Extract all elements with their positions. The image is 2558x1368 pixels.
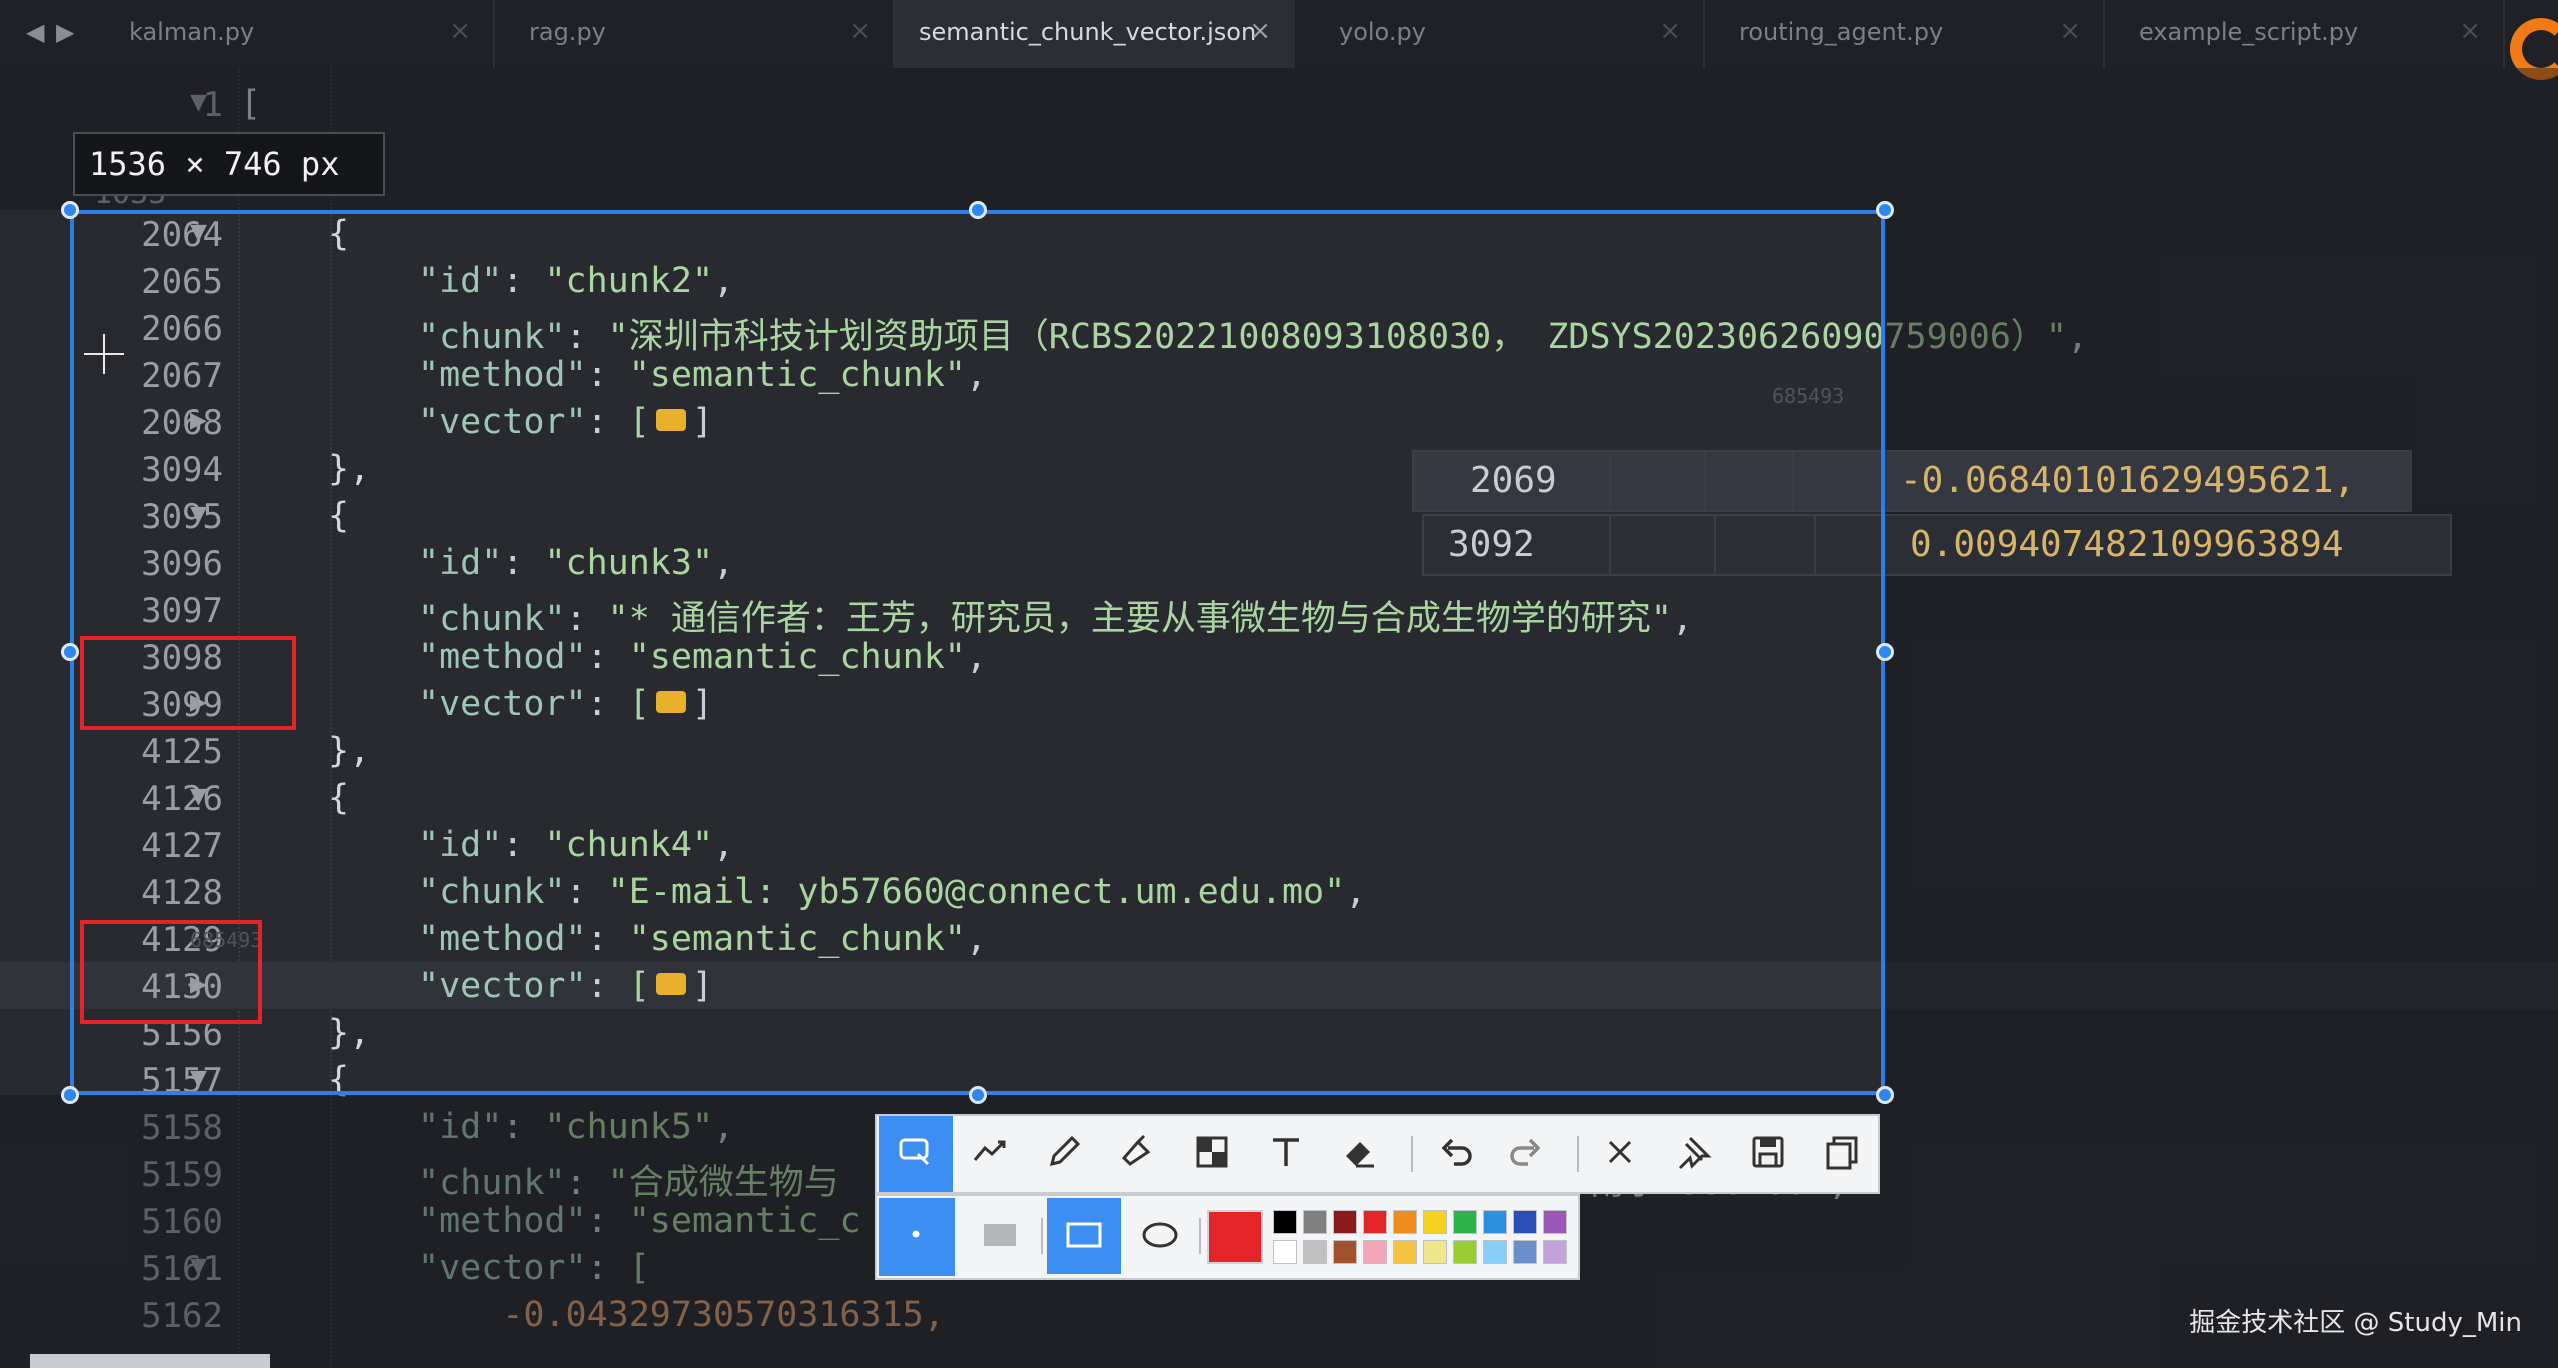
resize-handle-left[interactable] — [61, 643, 79, 661]
pencil-tool-icon[interactable] — [1027, 1116, 1101, 1192]
current-color-swatch[interactable] — [1207, 1210, 1263, 1264]
tab-label: kalman.py — [129, 18, 255, 46]
text-tool-icon[interactable] — [1249, 1116, 1323, 1192]
resize-handle-right[interactable] — [1876, 643, 1894, 661]
resize-handle-bottom-right[interactable] — [1876, 1086, 1894, 1104]
color-swatch[interactable] — [1363, 1240, 1387, 1264]
color-swatch[interactable] — [1543, 1210, 1567, 1234]
tab-bar: ◀ ▶ kalman.py × rag.py × semantic_chunk_… — [0, 0, 2558, 80]
tab-example-script[interactable]: example_script.py × — [2105, 0, 2505, 68]
resize-handle-top-left[interactable] — [61, 201, 79, 219]
tool-row — [875, 1114, 1880, 1194]
color-swatch[interactable] — [1543, 1240, 1567, 1264]
copy-icon[interactable] — [1805, 1116, 1879, 1192]
tab-semantic-chunk-vector[interactable]: semantic_chunk_vector.json × — [895, 0, 1295, 68]
tab-routing-agent[interactable]: routing_agent.py × — [1705, 0, 2105, 68]
eraser-tool-icon[interactable] — [1323, 1116, 1397, 1192]
color-swatch[interactable] — [1423, 1240, 1447, 1264]
tab-forward-arrow-icon[interactable]: ▶ — [56, 18, 74, 46]
tab-kalman[interactable]: kalman.py × — [95, 0, 495, 68]
tab-close-icon[interactable]: × — [1249, 16, 1271, 46]
tab-label: yolo.py — [1339, 18, 1426, 46]
resize-handle-bottom[interactable] — [969, 1086, 987, 1104]
tab-label: semantic_chunk_vector.json — [919, 18, 1257, 46]
tab-yolo[interactable]: yolo.py × — [1305, 0, 1705, 68]
watermark-text: 掘金技术社区 @ Study_Min — [2189, 1308, 2522, 1338]
color-swatch[interactable] — [1513, 1210, 1537, 1234]
tab-label: routing_agent.py — [1739, 18, 1944, 46]
snippet-value: -0.06840101629495621, — [1900, 460, 2356, 501]
color-swatch[interactable] — [1273, 1240, 1297, 1264]
color-swatch[interactable] — [1513, 1240, 1537, 1264]
color-swatch[interactable] — [1363, 1210, 1387, 1234]
capture-selection-box[interactable] — [70, 210, 1885, 1095]
red-annotation-box[interactable] — [80, 920, 262, 1024]
ellipse-shape-icon[interactable] — [1123, 1198, 1197, 1274]
rect-shape-icon[interactable] — [1047, 1198, 1121, 1274]
mosaic-tool-icon[interactable] — [1175, 1116, 1249, 1192]
color-swatch[interactable] — [1483, 1240, 1507, 1264]
tab-close-icon[interactable]: × — [2059, 16, 2081, 46]
resize-handle-bottom-left[interactable] — [61, 1086, 79, 1104]
tab-label: rag.py — [529, 18, 606, 46]
marker-tool-icon[interactable] — [1101, 1116, 1175, 1192]
style-row — [875, 1194, 1580, 1280]
close-icon[interactable] — [1583, 1116, 1657, 1192]
color-swatch[interactable] — [1423, 1210, 1447, 1234]
tab-rag[interactable]: rag.py × — [495, 0, 895, 68]
color-swatch[interactable] — [1453, 1240, 1477, 1264]
dot-size-icon[interactable] — [879, 1198, 955, 1276]
selection-size-label: 1536 × 746 px — [73, 132, 385, 196]
tab-close-icon[interactable]: × — [1659, 16, 1681, 46]
polyline-tool-icon[interactable] — [953, 1116, 1027, 1192]
undo-icon[interactable] — [1419, 1116, 1493, 1192]
tab-close-icon[interactable]: × — [849, 16, 871, 46]
taskbar-strip — [30, 1354, 270, 1368]
color-swatch[interactable] — [1453, 1210, 1477, 1234]
color-swatch[interactable] — [1483, 1210, 1507, 1234]
resize-handle-top-right[interactable] — [1876, 201, 1894, 219]
tab-back-arrow-icon[interactable]: ◀ — [26, 18, 44, 46]
redo-icon[interactable] — [1489, 1116, 1563, 1192]
color-swatch[interactable] — [1393, 1240, 1417, 1264]
save-icon[interactable] — [1731, 1116, 1805, 1192]
tab-label: example_script.py — [2139, 18, 2359, 46]
color-swatch[interactable] — [1273, 1210, 1297, 1234]
color-swatch[interactable] — [1333, 1210, 1357, 1234]
red-annotation-box[interactable] — [80, 636, 296, 730]
color-swatch[interactable] — [1393, 1210, 1417, 1234]
capture-dim-overlay — [1885, 210, 2558, 1095]
filled-rect-shape-icon[interactable] — [963, 1198, 1037, 1274]
annotation-toolbar — [875, 1114, 1880, 1280]
color-swatch[interactable] — [1303, 1240, 1327, 1264]
snippet-value: 0.009407482109963894 — [1910, 524, 2344, 565]
crosshair-cursor-icon — [84, 334, 124, 374]
color-swatch[interactable] — [1303, 1210, 1327, 1234]
resize-handle-top[interactable] — [969, 201, 987, 219]
rectangle-select-tool-icon[interactable] — [879, 1116, 953, 1192]
pin-icon[interactable] — [1657, 1116, 1731, 1192]
color-swatch[interactable] — [1333, 1240, 1357, 1264]
tab-close-icon[interactable]: × — [449, 16, 471, 46]
tab-close-icon[interactable]: × — [2459, 16, 2481, 46]
